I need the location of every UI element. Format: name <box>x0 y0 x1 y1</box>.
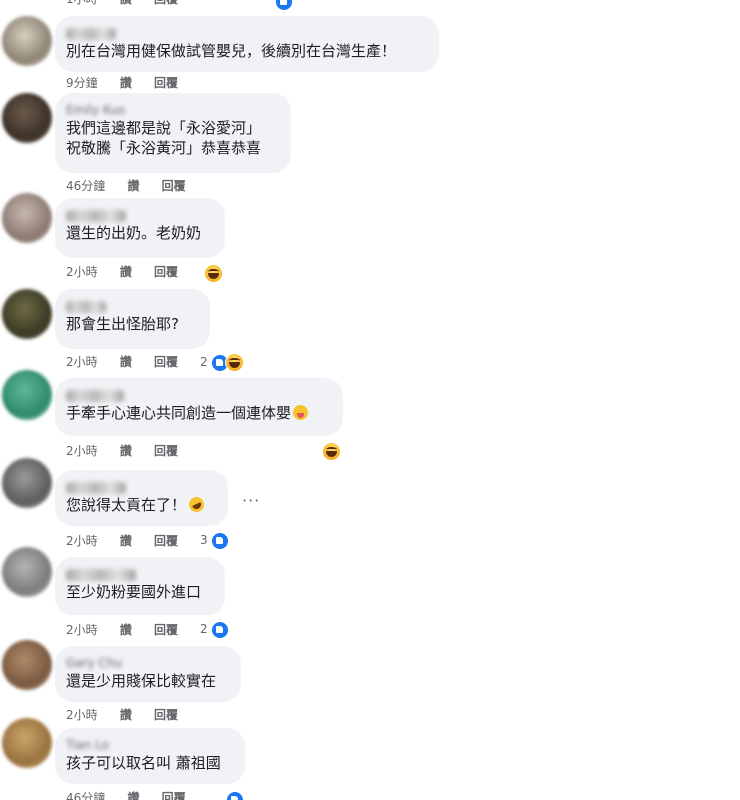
like-button[interactable]: 讚 <box>120 621 132 639</box>
like-button[interactable]: 讚 <box>120 442 132 460</box>
avatar[interactable] <box>2 718 52 768</box>
reply-button[interactable]: 回覆 <box>162 789 186 800</box>
comment-bubble: 至少奶粉要國外進口 <box>55 557 225 615</box>
commenter-name[interactable]: Gary Chu <box>66 655 229 671</box>
reply-button[interactable]: 回覆 <box>154 621 178 639</box>
reaction-count: 3 <box>200 533 208 547</box>
haha-icon <box>204 264 223 283</box>
reaction-count: 2 <box>200 355 208 369</box>
comment-time: 2小時 <box>66 623 98 637</box>
comment-time: 2小時 <box>66 265 98 279</box>
commenter-name[interactable] <box>66 566 213 582</box>
like-button[interactable]: 讚 <box>120 74 132 92</box>
commenter-name[interactable]: Tian Lo <box>66 737 233 753</box>
comment-bubble: Gary Chu 還是少用賤保比較實在 <box>55 646 241 702</box>
like-icon <box>211 531 230 550</box>
like-button[interactable]: 讚 <box>120 0 132 8</box>
like-icon <box>275 0 293 11</box>
commenter-name[interactable] <box>66 207 213 223</box>
comment-time: 2小時 <box>66 708 98 722</box>
like-button[interactable]: 讚 <box>120 706 132 724</box>
comment-text: 還生的出奶。老奶奶 <box>66 224 202 242</box>
like-button[interactable]: 讚 <box>127 789 139 800</box>
reaction-summary[interactable]: 2 <box>200 620 230 639</box>
comment-time: 46分鐘 <box>66 791 106 800</box>
comment-actions: 46分鐘 讚 回覆 <box>66 789 204 800</box>
reply-button[interactable]: 回覆 <box>154 74 178 92</box>
comment-bubble: 您說得太貢在了！ <box>55 470 228 526</box>
reply-button[interactable]: 回覆 <box>154 353 178 371</box>
comment-actions: 2小時 讚 回覆 <box>66 263 196 281</box>
top-partial-actions: 1小時 讚 回覆 <box>66 0 196 8</box>
comment-actions: 9分鐘 讚 回覆 <box>66 74 196 92</box>
commenter-name[interactable] <box>66 387 331 403</box>
comment-bubble: 別在台灣用健保做試管嬰兒，後續別在台灣生產！ <box>55 16 439 72</box>
comment-actions: 2小時 讚 回覆 <box>66 621 196 639</box>
avatar[interactable] <box>2 289 52 339</box>
comment-bubble: 手牽手心連心共同創造一個連体嬰 <box>55 378 343 436</box>
comment-text-line: 我們這邊都是說「永浴愛河」 <box>66 119 262 137</box>
comment-reaction[interactable] <box>322 441 341 461</box>
avatar[interactable] <box>2 193 52 243</box>
comment-time: 9分鐘 <box>66 76 98 90</box>
commenter-name[interactable] <box>66 479 216 495</box>
avatar[interactable] <box>2 640 52 690</box>
like-icon <box>226 790 244 800</box>
reply-button[interactable]: 回覆 <box>162 177 186 195</box>
haha-icon <box>225 353 245 372</box>
comment-time: 1小時 <box>66 0 98 8</box>
reply-button[interactable]: 回覆 <box>154 706 178 724</box>
rofl-emoji <box>186 494 207 515</box>
reply-button[interactable]: 回覆 <box>154 532 178 550</box>
like-button[interactable]: 讚 <box>120 353 132 371</box>
comment-time: 46分鐘 <box>66 179 106 193</box>
comment-text: 還是少用賤保比較實在 <box>66 672 217 690</box>
comment-time: 2小時 <box>66 534 98 548</box>
avatar[interactable] <box>2 370 52 420</box>
comment-text-line: 祝敬騰「永浴黃河」恭喜恭喜 <box>66 139 262 157</box>
comment-bubble: Emily Kuo 我們這邊都是說「永浴愛河」 祝敬騰「永浴黃河」恭喜恭喜 <box>55 93 291 173</box>
reply-button[interactable]: 回覆 <box>154 442 178 460</box>
comment-actions: 2小時 讚 回覆 <box>66 706 196 724</box>
comment-text: 您說得太貢在了！ <box>66 494 216 515</box>
avatar[interactable] <box>2 93 52 143</box>
comment-time: 2小時 <box>66 444 98 458</box>
comment-bubble: 那會生出怪胎耶? <box>55 289 210 349</box>
reaction-summary[interactable]: 3 <box>200 531 230 550</box>
comment-text: 孩子可以取名叫 蕭祖國 <box>66 754 221 772</box>
comment-actions: 2小時 讚 回覆 <box>66 353 196 371</box>
reaction-count: 2 <box>200 622 208 636</box>
top-partial-reaction <box>275 0 293 11</box>
comment-time: 2小時 <box>66 355 98 369</box>
comment-text: 別在台灣用健保做試管嬰兒，後續別在台灣生產！ <box>66 42 397 60</box>
comment-bubble: Tian Lo 孩子可以取名叫 蕭祖國 <box>55 728 245 784</box>
more-options-icon[interactable]: ··· <box>242 491 260 510</box>
avatar[interactable] <box>2 547 52 597</box>
comment-bubble: 還生的出奶。老奶奶 <box>55 198 225 258</box>
like-button[interactable]: 讚 <box>127 177 139 195</box>
comment-reaction[interactable] <box>204 263 223 283</box>
reply-button[interactable]: 回覆 <box>154 263 178 281</box>
haha-icon <box>322 442 341 461</box>
like-button[interactable]: 讚 <box>120 263 132 281</box>
tongue-out-emoji <box>293 405 309 420</box>
comment-text: 至少奶粉要國外進口 <box>66 583 202 601</box>
reply-button[interactable]: 回覆 <box>154 0 178 8</box>
commenter-name[interactable] <box>66 25 427 41</box>
comment-text: 那會生出怪胎耶? <box>66 315 179 333</box>
comments-page: 1小時 讚 回覆 別在台灣用健保做試管嬰兒，後續別在台灣生產！ 9分鐘 讚 回覆… <box>0 0 740 800</box>
reaction-summary[interactable]: 2 <box>200 353 245 372</box>
comment-actions: 46分鐘 讚 回覆 <box>66 177 204 195</box>
like-button[interactable]: 讚 <box>120 532 132 550</box>
avatar[interactable] <box>2 16 52 66</box>
commenter-name[interactable] <box>66 298 198 314</box>
like-icon <box>211 620 230 639</box>
avatar[interactable] <box>2 458 52 508</box>
comment-actions: 2小時 讚 回覆 <box>66 532 196 550</box>
commenter-name[interactable]: Emily Kuo <box>66 102 279 118</box>
comment-actions: 2小時 讚 回覆 <box>66 442 196 460</box>
comment-reaction[interactable] <box>226 789 244 800</box>
comment-text: 手牽手心連心共同創造一個連体嬰 <box>66 403 331 423</box>
